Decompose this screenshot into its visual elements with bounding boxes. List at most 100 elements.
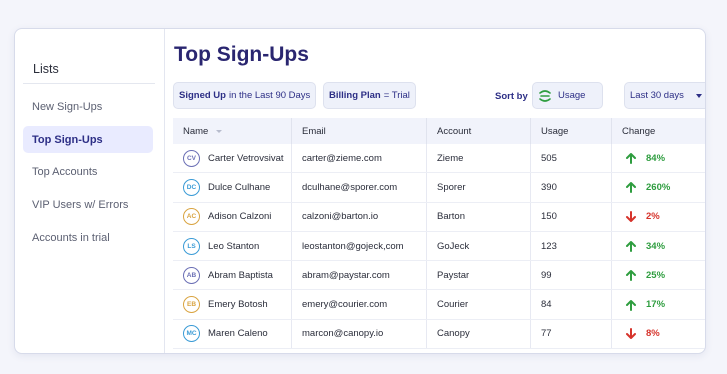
- filter-key: Signed Up: [179, 90, 226, 101]
- filter-chip-signed-up[interactable]: Signed Up in the Last 90 Days: [173, 82, 317, 109]
- sort-by-label: Sort by: [495, 91, 528, 102]
- cell-usage: 99: [531, 261, 612, 290]
- cell-account: Barton: [427, 202, 531, 231]
- sidebar-item-top-sign-ups[interactable]: Top Sign-Ups: [23, 126, 153, 153]
- arrow-up-icon: [626, 299, 636, 311]
- cell-change: 8%: [612, 320, 705, 348]
- change-indicator: 84%: [622, 152, 666, 165]
- change-indicator: 2%: [622, 210, 660, 223]
- sidebar-title: Lists: [33, 62, 59, 76]
- sort-lines-icon: [539, 89, 551, 102]
- arrow-down-icon: [626, 327, 636, 339]
- cell-usage: 390: [531, 173, 612, 202]
- cell-account: GoJeck: [427, 231, 531, 261]
- avatar: EB: [183, 296, 200, 314]
- page-title: Top Sign-Ups: [174, 43, 309, 66]
- table-row[interactable]: AC Adison Calzoni calzoni@barton.io Barton 1…: [173, 202, 705, 232]
- table-header: Name Email Account Usage Change: [173, 118, 705, 144]
- sidebar-item-top-accounts[interactable]: Top Accounts: [23, 158, 153, 185]
- cell-usage: 505: [531, 144, 612, 173]
- sort-selector[interactable]: Usage: [532, 82, 603, 109]
- change-indicator: 34%: [622, 240, 666, 253]
- user-name: Leo Stanton: [208, 240, 260, 252]
- cell-change: 34%: [612, 232, 705, 260]
- change-indicator: 8%: [622, 327, 660, 340]
- change-value: 260%: [646, 181, 671, 193]
- table-row[interactable]: LS Leo Stanton leostanton@gojeck,com GoJeck…: [173, 231, 705, 262]
- cell-change: 2%: [612, 203, 705, 231]
- column-header-email: Email: [292, 118, 427, 144]
- cell-name: CV Carter Vetrovsivat: [173, 144, 292, 173]
- date-range-dropdown[interactable]: Last 30 days: [624, 82, 705, 109]
- change-indicator: 17%: [622, 299, 665, 311]
- change-value: 2%: [646, 211, 660, 223]
- main-panel: Top Sign-Ups Signed Up in the Last 90 Da…: [166, 29, 705, 353]
- change-value: 17%: [646, 299, 666, 311]
- cell-change: 84%: [612, 144, 705, 172]
- arrow-up-icon: [626, 241, 636, 253]
- sidebar-item-new-sign-ups[interactable]: New Sign-Ups: [23, 93, 153, 120]
- date-range-value: Last 30 days: [630, 90, 684, 101]
- change-value: 84%: [646, 152, 666, 164]
- cell-change: 17%: [612, 290, 705, 318]
- column-header-usage: Usage: [531, 118, 612, 144]
- avatar: AC: [183, 208, 200, 226]
- column-header-name[interactable]: Name: [173, 118, 292, 144]
- avatar: MC: [183, 325, 200, 343]
- table-row[interactable]: MC Maren Caleno marcon@canopy.io Canopy 77 8%: [173, 319, 705, 350]
- column-header-change: Change: [612, 118, 705, 144]
- cell-name: MC Maren Caleno: [173, 319, 292, 349]
- user-name: Dulce Culhane: [208, 181, 271, 193]
- arrow-up-icon: [626, 153, 636, 165]
- table-row[interactable]: DC Dulce Culhane dculhane@sporer.com Sporer…: [173, 173, 705, 203]
- change-indicator: 25%: [622, 269, 666, 282]
- user-name: Abram Baptista: [208, 269, 273, 281]
- chevron-down-icon: [696, 94, 702, 98]
- column-header-label: Account: [437, 125, 472, 137]
- cell-usage: 84: [531, 290, 612, 319]
- avatar: LS: [183, 237, 200, 255]
- user-name: Carter Vetrovsivat: [208, 152, 284, 164]
- sidebar-item-accounts-in-trial[interactable]: Accounts in trial: [23, 224, 153, 251]
- cell-change: 260%: [612, 173, 705, 201]
- cell-name: AB Abram Baptista: [173, 261, 292, 290]
- cell-email: carter@zieme.com: [292, 144, 427, 173]
- cell-account: Sporer: [427, 173, 531, 202]
- cell-email: dculhane@sporer.com: [292, 173, 427, 202]
- avatar: CV: [183, 149, 200, 167]
- table-body: CV Carter Vetrovsivat carter@zieme.com Ziem…: [173, 144, 705, 350]
- column-header-label: Usage: [541, 125, 569, 137]
- user-name: Adison Calzoni: [208, 211, 272, 223]
- change-indicator: 260%: [622, 181, 671, 194]
- cell-name: EB Emery Botosh: [173, 290, 292, 319]
- cell-account: Zieme: [427, 144, 531, 173]
- avatar: AB: [183, 266, 200, 284]
- cell-email: calzoni@barton.io: [292, 202, 427, 231]
- cell-account: Paystar: [427, 261, 531, 290]
- app-frame: Lists New Sign-Ups Top Sign-Ups Top Acco…: [14, 28, 706, 354]
- user-name: Emery Botosh: [208, 299, 268, 311]
- cell-name: AC Adison Calzoni: [173, 202, 292, 231]
- avatar: DC: [183, 178, 200, 196]
- change-value: 25%: [646, 269, 666, 281]
- sort-value: Usage: [558, 90, 586, 101]
- filter-value: in the Last 90 Days: [228, 90, 311, 101]
- cell-account: Courier: [427, 290, 531, 319]
- filter-chip-billing-plan[interactable]: Billing Plan = Trial: [323, 82, 416, 109]
- cell-usage: 150: [531, 202, 612, 231]
- sidebar-divider: [23, 83, 155, 84]
- table-row[interactable]: EB Emery Botosh emery@courier.com Courier 84…: [173, 290, 705, 320]
- table-row[interactable]: AB Abram Baptista abram@paystar.com Paystar…: [173, 261, 705, 291]
- arrow-up-icon: [626, 270, 636, 282]
- filter-key: Billing Plan: [329, 90, 381, 101]
- table-row[interactable]: CV Carter Vetrovsivat carter@zieme.com Ziem…: [173, 144, 705, 174]
- cell-email: abram@paystar.com: [292, 261, 427, 290]
- sort-caret-icon[interactable]: [216, 129, 223, 133]
- cell-email: emery@courier.com: [292, 290, 427, 319]
- arrow-down-icon: [626, 210, 636, 222]
- column-header-label: Name: [183, 125, 209, 137]
- cell-email: marcon@canopy.io: [292, 319, 427, 349]
- change-value: 34%: [646, 240, 666, 252]
- sidebar-item-vip-users[interactable]: VIP Users w/ Errors: [23, 191, 153, 218]
- cell-email: leostanton@gojeck,com: [292, 231, 427, 261]
